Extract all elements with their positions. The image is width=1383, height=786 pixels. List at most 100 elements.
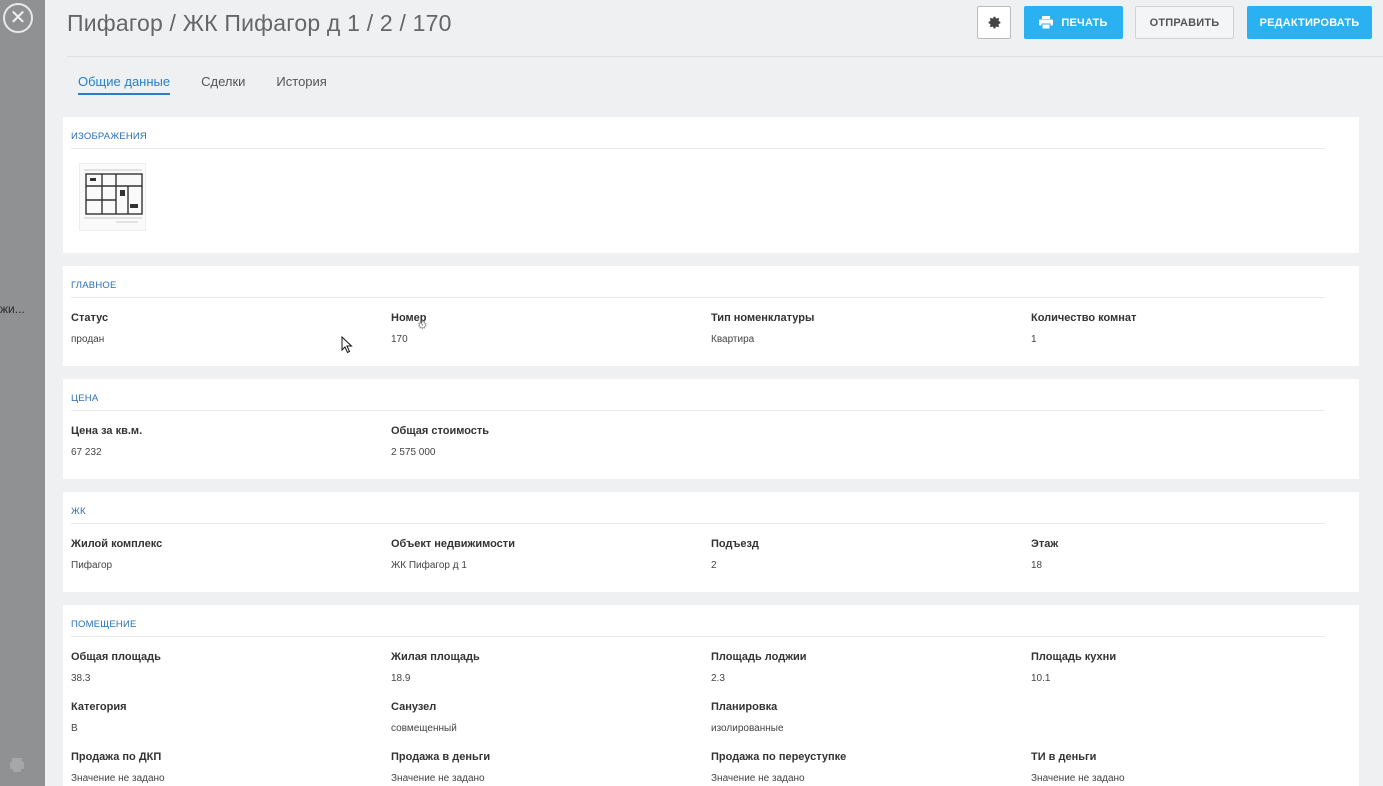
field-value: 67 232 [71,447,102,458]
send-button[interactable]: ОТПРАВИТЬ [1135,6,1234,39]
page-header: Пифагор / ЖК Пифагор д 1 / 2 / 170 [67,6,452,40]
field-bathroom: Санузел совмещенный [391,701,691,734]
field-label: Продажа по переуступке [711,751,847,763]
gear-icon [988,16,1000,29]
header-divider [67,56,1383,57]
page-title: Пифагор / ЖК Пифагор д 1 / 2 / 170 [67,10,452,36]
field-label: Количество комнат [1031,312,1137,324]
field-sale-assignment: Продажа по переуступке Значение не задан… [711,751,1011,784]
complex-card: ЖК Жилой комплекс Пифагор Объект недвижи… [63,492,1359,592]
field-sale-money: Продажа в деньги Значение не задано [391,751,691,784]
field-living-area: Жилая площадь 18.9 [391,651,691,684]
printer-icon [10,758,24,772]
section-divider [71,523,1325,524]
field-total-cost: Общая стоимость 2 575 000 [391,425,691,458]
section-title: ИЗОБРАЖЕНИЯ [71,131,147,142]
field-value: 170 [391,334,408,345]
field-label: Цена за кв.м. [71,425,143,437]
edit-button[interactable]: РЕДАКТИРОВАТЬ [1247,6,1372,39]
field-label: Тип номенклатуры [711,312,815,324]
field-value: продан [71,334,105,345]
send-label: ОТПРАВИТЬ [1149,16,1220,29]
field-value: Значение не задано [711,773,805,784]
field-room-count: Количество комнат 1 [1031,312,1331,345]
section-title: ЦЕНА [71,393,99,404]
main-card: ГЛАВНОЕ Статус продан Номер 170 Тип номе… [63,266,1359,366]
section-divider [71,148,1325,149]
field-label: Общая стоимость [391,425,490,437]
field-value: 2 575 000 [391,447,436,458]
section-divider [71,297,1325,298]
field-loggia-area: Площадь лоджии 2.3 [711,651,1011,684]
section-title: ПОМЕЩЕНИЕ [71,619,137,630]
field-value: 10.1 [1031,673,1051,684]
field-label: Подъезд [711,538,759,550]
field-label: ТИ в деньги [1031,751,1097,763]
section-divider [71,410,1325,411]
field-value: Значение не задано [391,773,485,784]
field-price-per-sqm: Цена за кв.м. 67 232 [71,425,371,458]
tab-history[interactable]: История [276,74,326,95]
field-label: Номер [391,312,427,324]
field-category: Категория В [71,701,371,734]
field-label: Площадь кухни [1031,651,1117,663]
field-label: Жилая площадь [391,651,480,663]
tab-deals[interactable]: Сделки [201,74,245,95]
settings-button[interactable] [977,6,1011,39]
print-label: ПЕЧАТЬ [1061,16,1108,29]
close-icon[interactable]: ✕ [3,3,33,33]
images-card: ИЗОБРАЖЕНИЯ [63,117,1359,253]
field-label: Объект недвижимости [391,538,515,550]
field-sale-dkp: Продажа по ДКП Значение не задано [71,751,371,784]
field-status: Статус продан [71,312,371,345]
field-label: Категория [71,701,127,713]
field-label: Продажа в деньги [391,751,491,763]
field-value: В [71,723,78,734]
field-total-area: Общая площадь 38.3 [71,651,371,684]
room-card: ПОМЕЩЕНИЕ Общая площадь 38.3 Жилая площа… [63,605,1359,786]
field-value: Квартира [711,334,755,345]
field-label: Этаж [1031,538,1059,550]
left-overlay: ✕ жи... [0,0,45,786]
section-divider [71,636,1325,637]
section-title: ЖК [71,506,86,517]
floor-plan-image [84,169,143,223]
field-value: Пифагор [71,560,113,571]
side-label: жи... [0,302,25,316]
field-value: совмещенный [391,723,457,734]
section-title: ГЛАВНОЕ [71,280,117,291]
field-residential-complex: Жилой комплекс Пифагор [71,538,371,571]
field-label: Планировка [711,701,778,713]
gear-icon[interactable]: ⚙ [417,318,428,332]
floor-plan-thumbnail[interactable] [79,163,146,231]
field-label: Общая площадь [71,651,161,663]
field-value: 2 [711,560,717,571]
field-label: Статус [71,312,109,324]
field-value: 38.3 [71,673,91,684]
field-property-object: Объект недвижимости ЖК Пифагор д 1 [391,538,691,571]
field-label: Санузел [391,701,437,713]
field-value: Значение не задано [71,773,165,784]
print-button[interactable]: ПЕЧАТЬ [1024,6,1123,39]
field-value: Значение не задано [1031,773,1125,784]
field-value: 18 [1031,560,1043,571]
field-value: изолированные [711,723,784,734]
field-value: 2.3 [711,673,725,684]
printer-icon [1039,16,1054,29]
tab-bar: Общие данные Сделки История [78,74,327,95]
edit-label: РЕДАКТИРОВАТЬ [1259,16,1360,29]
detail-panel: Пифагор / ЖК Пифагор д 1 / 2 / 170 ПЕЧАТ… [45,0,1383,786]
field-nomenclature-type: Тип номенклатуры Квартира [711,312,1011,345]
field-label: Жилой комплекс [71,538,163,550]
tab-general[interactable]: Общие данные [78,74,171,95]
field-floor: Этаж 18 [1031,538,1331,571]
field-kitchen-area: Площадь кухни 10.1 [1031,651,1331,684]
field-label: Продажа по ДКП [71,751,162,763]
field-label: Площадь лоджии [711,651,807,663]
price-card: ЦЕНА Цена за кв.м. 67 232 Общая стоимост… [63,379,1359,479]
mouse-cursor-icon [341,336,353,354]
field-entrance: Подъезд 2 [711,538,1011,571]
field-ti-money: ТИ в деньги Значение не задано [1031,751,1331,784]
field-value: ЖК Пифагор д 1 [391,560,467,571]
field-value: 18.9 [391,673,411,684]
